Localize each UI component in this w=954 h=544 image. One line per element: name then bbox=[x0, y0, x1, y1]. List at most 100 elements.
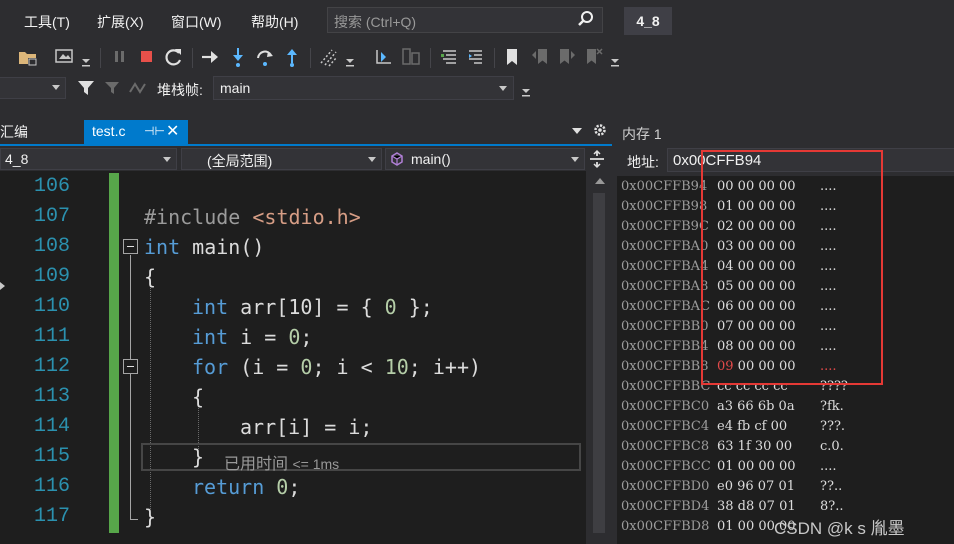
prev-bookmark-icon[interactable] bbox=[530, 46, 550, 68]
code-text: }; bbox=[396, 295, 433, 319]
memory-address: 0x00CFFBB8 bbox=[621, 359, 709, 374]
dropdown-arrow-icon[interactable] bbox=[81, 54, 91, 68]
memory-chars: ???. bbox=[820, 419, 846, 434]
keyword: int bbox=[192, 295, 229, 319]
memory-chars: ?fk. bbox=[820, 399, 844, 414]
elapsed-time-hint[interactable]: 已用时间 <= 1ms bbox=[224, 450, 339, 474]
code-text: ; i < bbox=[312, 355, 385, 379]
brace: { bbox=[144, 265, 157, 289]
line-number: 106 bbox=[33, 175, 70, 198]
menu-help[interactable]: 帮助(H) bbox=[251, 12, 298, 32]
bookmark-icon[interactable] bbox=[503, 46, 521, 68]
tab-label: test.c bbox=[92, 123, 126, 139]
collapse-icon[interactable] bbox=[123, 359, 138, 374]
pin-icon[interactable]: ⊣⊢ bbox=[144, 124, 165, 138]
restart-icon[interactable] bbox=[163, 46, 185, 68]
next-bookmark-icon[interactable] bbox=[557, 46, 577, 68]
code-line-114: arr[i] = i; bbox=[240, 415, 372, 439]
line-number: 111 bbox=[33, 325, 70, 348]
code-text: ; i++) bbox=[408, 355, 482, 379]
memory-address: 0x00CFFB9C bbox=[621, 219, 709, 234]
function-combo-value: main() bbox=[411, 151, 451, 167]
step-out-icon[interactable] bbox=[282, 46, 302, 68]
process-combo[interactable] bbox=[0, 77, 66, 99]
memory-address: 0x00CFFBAC bbox=[621, 299, 711, 314]
dropdown-arrow-icon[interactable] bbox=[345, 54, 355, 68]
memory-bytes[interactable]: a3 66 6b 0a bbox=[717, 399, 795, 414]
memory-window-title[interactable]: 内存 1 bbox=[622, 124, 662, 144]
code-text: i = bbox=[240, 325, 289, 349]
scope-combo[interactable]: (全局范围) bbox=[181, 148, 382, 170]
scrollbar-thumb[interactable] bbox=[593, 193, 605, 533]
solution-name[interactable]: 4_8 bbox=[624, 7, 672, 35]
screen-icon[interactable] bbox=[54, 46, 76, 68]
dropdown-arrow-icon[interactable] bbox=[521, 84, 531, 98]
line-number: 110 bbox=[33, 295, 70, 318]
elapsed-label: 已用时间 bbox=[224, 456, 289, 473]
gear-icon[interactable] bbox=[592, 122, 608, 138]
collapse-icon[interactable] bbox=[123, 239, 138, 254]
find-source-icon[interactable] bbox=[373, 46, 395, 68]
menu-window[interactable]: 窗口(W) bbox=[171, 12, 222, 32]
project-combo[interactable]: 4_8 bbox=[0, 148, 177, 170]
menu-tools[interactable]: 工具(T) bbox=[24, 12, 70, 32]
toolbar-separator bbox=[310, 48, 311, 68]
step-into-icon[interactable] bbox=[228, 46, 248, 68]
memory-address: 0x00CFFB98 bbox=[621, 199, 708, 214]
memory-bytes[interactable]: 01 00 00 00 bbox=[717, 459, 796, 474]
pause-icon[interactable] bbox=[112, 48, 128, 66]
close-icon[interactable]: ✕ bbox=[166, 121, 179, 141]
step-over-icon[interactable] bbox=[254, 46, 276, 68]
memory-chars: ??.. bbox=[820, 479, 843, 494]
code-line-116: return 0; bbox=[192, 475, 300, 499]
tab-test-c[interactable]: test.c ⊣⊢ ✕ bbox=[84, 120, 188, 144]
memory-bytes[interactable]: 38 d8 07 01 bbox=[717, 499, 796, 514]
hot-reload-icon[interactable] bbox=[318, 46, 340, 68]
keyword: return bbox=[192, 475, 265, 499]
show-threads-icon[interactable] bbox=[128, 78, 150, 98]
code-text: arr[i] = i; bbox=[240, 415, 373, 439]
execution-pointer-icon bbox=[0, 282, 5, 290]
scroll-up-icon[interactable] bbox=[595, 178, 605, 184]
memory-bytes[interactable]: e0 96 07 01 bbox=[717, 479, 795, 494]
function-combo[interactable]: main() bbox=[385, 148, 585, 170]
address-label: 地址: bbox=[627, 154, 659, 170]
memory-address: 0x00CFFBC4 bbox=[621, 419, 710, 434]
search-box[interactable]: 搜索 (Ctrl+Q) bbox=[327, 7, 603, 33]
flag-threads-icon[interactable] bbox=[102, 78, 122, 98]
code-editor[interactable]: 106 107 108 109 110 111 112 113 114 115 … bbox=[0, 171, 612, 544]
stop-icon[interactable] bbox=[139, 49, 155, 65]
clear-bookmarks-icon[interactable] bbox=[584, 46, 604, 68]
menu-extensions[interactable]: 扩展(X) bbox=[97, 12, 144, 32]
memory-address: 0x00CFFBD0 bbox=[621, 479, 710, 494]
line-number: 109 bbox=[33, 265, 70, 288]
memory-address: 0x00CFFBA4 bbox=[621, 259, 709, 274]
show-next-statement-icon[interactable] bbox=[199, 46, 221, 68]
scope-combo-value: (全局范围) bbox=[207, 153, 273, 169]
memory-address: 0x00CFFBD4 bbox=[621, 499, 710, 514]
code-text: ; bbox=[288, 475, 301, 499]
tab-disassembly[interactable]: 汇编 bbox=[0, 122, 28, 142]
memory-chars: 8?.. bbox=[820, 499, 844, 514]
memory-address: 0x00CFFBCC bbox=[621, 459, 711, 474]
list-icon[interactable] bbox=[440, 47, 460, 67]
code-line-111: int i = 0; bbox=[192, 325, 312, 349]
search-placeholder: 搜索 (Ctrl+Q) bbox=[334, 14, 417, 30]
filter-icon[interactable] bbox=[76, 78, 96, 98]
dropdown-arrow-icon[interactable] bbox=[610, 54, 620, 68]
split-window-icon[interactable] bbox=[588, 149, 606, 169]
code-text: arr[10] = { bbox=[240, 295, 385, 319]
memory-chars: c.0. bbox=[820, 439, 844, 454]
editor-vertical-scrollbar[interactable] bbox=[586, 171, 612, 544]
open-folder-icon[interactable] bbox=[17, 46, 39, 68]
preprocessor-directive: #include bbox=[144, 205, 241, 229]
memory-bytes[interactable]: 63 1f 30 00 bbox=[717, 439, 792, 454]
comment-icon[interactable] bbox=[466, 47, 486, 67]
threads-icon[interactable] bbox=[400, 46, 422, 68]
stack-frame-combo[interactable]: main bbox=[213, 76, 514, 100]
code-line-109: { bbox=[144, 265, 156, 289]
chevron-down-icon bbox=[499, 86, 507, 91]
search-icon bbox=[578, 11, 593, 26]
memory-bytes[interactable]: e4 fb cf 00 bbox=[717, 419, 787, 434]
tab-list-dropdown-icon[interactable] bbox=[570, 125, 584, 137]
